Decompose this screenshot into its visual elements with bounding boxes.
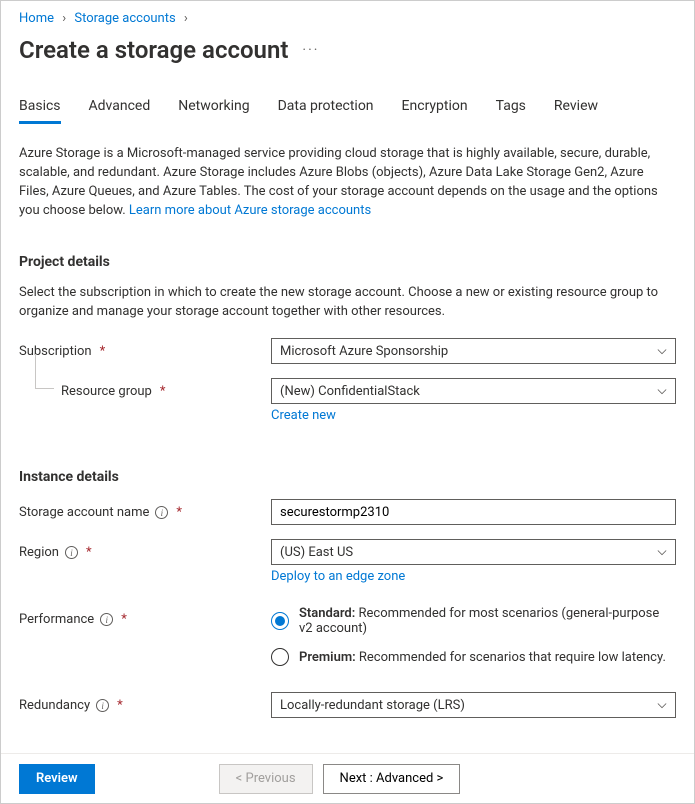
- breadcrumb-home[interactable]: Home: [19, 11, 54, 26]
- section-instance-details-title: Instance details: [19, 469, 676, 485]
- storage-account-name-input[interactable]: [271, 499, 676, 525]
- create-new-resource-group-link[interactable]: Create new: [271, 408, 336, 423]
- region-dropdown[interactable]: (US) East US: [271, 539, 676, 565]
- chevron-down-icon: [657, 547, 667, 557]
- performance-premium-label: Premium: Recommended for scenarios that …: [299, 650, 666, 665]
- info-icon[interactable]: i: [100, 613, 113, 626]
- performance-premium-radio[interactable]: [271, 648, 289, 666]
- subscription-dropdown[interactable]: Microsoft Azure Sponsorship: [271, 338, 676, 364]
- info-icon[interactable]: i: [96, 699, 109, 712]
- subscription-value: Microsoft Azure Sponsorship: [280, 344, 448, 359]
- region-value: (US) East US: [280, 545, 353, 560]
- redundancy-dropdown[interactable]: Locally-redundant storage (LRS): [271, 692, 676, 718]
- previous-button: < Previous: [219, 764, 313, 794]
- resource-group-value: (New) ConfidentialStack: [280, 384, 420, 399]
- tab-tags[interactable]: Tags: [496, 92, 526, 124]
- page-title: Create a storage account: [19, 32, 288, 66]
- resource-group-label: Resource group*: [19, 378, 271, 399]
- chevron-right-icon: ›: [57, 11, 71, 26]
- deploy-edge-zone-link[interactable]: Deploy to an edge zone: [271, 569, 405, 584]
- tab-encryption[interactable]: Encryption: [402, 92, 468, 124]
- redundancy-value: Locally-redundant storage (LRS): [280, 698, 465, 713]
- wizard-footer: Review < Previous Next : Advanced >: [1, 753, 694, 803]
- info-icon[interactable]: i: [155, 506, 168, 519]
- learn-more-link[interactable]: Learn more about Azure storage accounts: [129, 203, 371, 218]
- tab-basics[interactable]: Basics: [19, 92, 61, 124]
- next-button[interactable]: Next : Advanced >: [323, 764, 461, 794]
- storage-account-name-label: Storage account name i *: [19, 499, 271, 520]
- review-button[interactable]: Review: [19, 764, 95, 794]
- tab-review[interactable]: Review: [554, 92, 598, 124]
- info-icon[interactable]: i: [65, 546, 78, 559]
- section-project-details-desc: Select the subscription in which to crea…: [19, 284, 676, 322]
- chevron-right-icon: ›: [179, 11, 193, 26]
- chevron-down-icon: [657, 346, 667, 356]
- tab-bar: Basics Advanced Networking Data protecti…: [19, 92, 676, 125]
- performance-standard-radio[interactable]: [271, 612, 289, 630]
- resource-group-dropdown[interactable]: (New) ConfidentialStack: [271, 378, 676, 404]
- tab-advanced[interactable]: Advanced: [89, 92, 151, 124]
- more-actions-button[interactable]: ···: [302, 42, 319, 58]
- chevron-down-icon: [657, 386, 667, 396]
- region-label: Region i *: [19, 539, 271, 560]
- tab-data-protection[interactable]: Data protection: [278, 92, 374, 124]
- redundancy-label: Redundancy i *: [19, 692, 271, 713]
- tab-networking[interactable]: Networking: [178, 92, 249, 124]
- breadcrumb-storage-accounts[interactable]: Storage accounts: [74, 11, 175, 26]
- performance-standard-label: Standard: Recommended for most scenarios…: [299, 606, 676, 636]
- performance-label: Performance i *: [19, 606, 271, 627]
- intro-description: Azure Storage is a Microsoft-managed ser…: [19, 145, 676, 220]
- subscription-label: Subscription*: [19, 338, 271, 359]
- chevron-down-icon: [657, 700, 667, 710]
- section-project-details-title: Project details: [19, 254, 676, 270]
- breadcrumb: Home › Storage accounts ›: [19, 9, 676, 32]
